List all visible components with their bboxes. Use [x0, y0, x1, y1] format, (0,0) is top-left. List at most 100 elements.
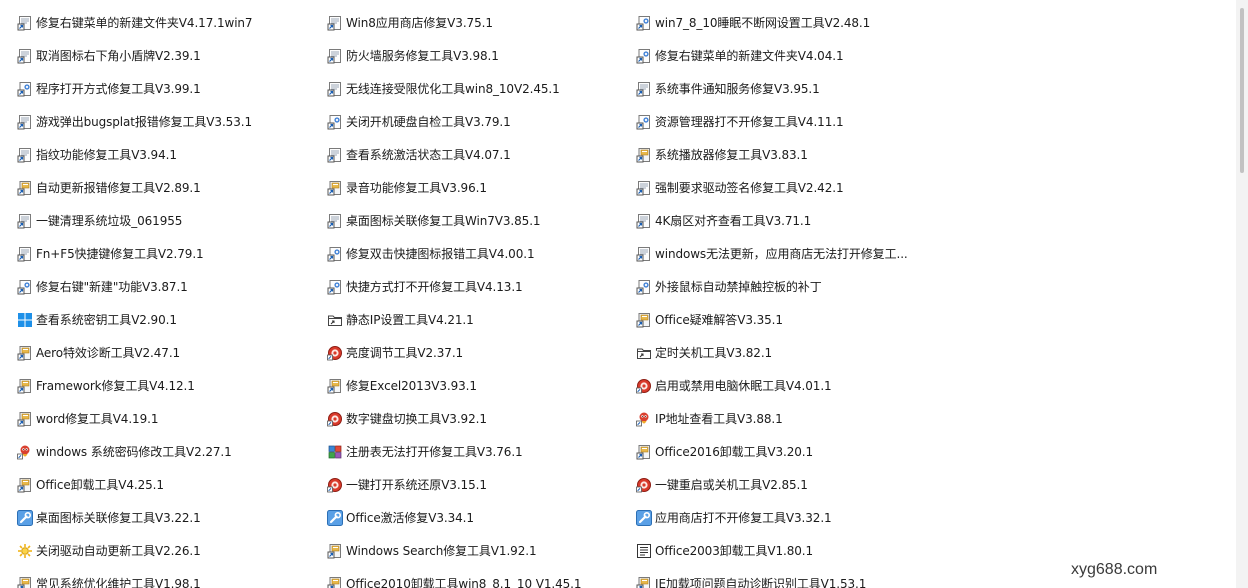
folder-shortcut-icon — [327, 312, 343, 328]
file-item-label: 系统播放器修复工具V3.83.1 — [655, 147, 808, 162]
file-item[interactable]: 4K扇区对齐查看工具V3.71.1 — [636, 204, 936, 237]
file-item-label: 查看系统激活状态工具V4.07.1 — [346, 147, 511, 162]
file-item[interactable]: 外接鼠标自动禁掉触控板的补丁 — [636, 270, 936, 303]
file-item-label: windows无法更新，应用商店无法打开修复工... — [655, 246, 908, 261]
file-item[interactable]: 关闭驱动自动更新工具V2.26.1 — [17, 534, 317, 567]
file-item-label: 静态IP设置工具V4.21.1 — [346, 312, 474, 327]
file-item[interactable]: 亮度调节工具V2.37.1 — [327, 336, 627, 369]
file-item[interactable]: 无线连接受限优化工具win8_10V2.45.1 — [327, 72, 627, 105]
shortcut-icon — [17, 114, 33, 130]
app-shortcut-icon — [17, 180, 33, 196]
file-item[interactable]: 程序打开方式修复工具V3.99.1 — [17, 72, 317, 105]
file-item-label: 修复右键"新建"功能V3.87.1 — [36, 279, 188, 294]
file-item[interactable]: 一键打开系统还原V3.15.1 — [327, 468, 627, 501]
file-item[interactable]: 查看系统激活状态工具V4.07.1 — [327, 138, 627, 171]
file-item[interactable]: windows 系统密码修改工具V2.27.1 — [17, 435, 317, 468]
file-item[interactable]: Office2003卸载工具V1.80.1 — [636, 534, 936, 567]
file-item[interactable]: 桌面图标关联修复工具V3.22.1 — [17, 501, 317, 534]
file-item[interactable]: 一键清理系统垃圾_061955 — [17, 204, 317, 237]
file-item-label: 定时关机工具V3.82.1 — [655, 345, 773, 360]
file-item[interactable]: Win8应用商店修复V3.75.1 — [327, 6, 627, 39]
file-item[interactable]: IE加载项问题自动诊断识别工具V1.53.1 — [636, 567, 936, 588]
file-item[interactable]: Office2010卸载工具win8_8.1_10 V1.45.1 — [327, 567, 627, 588]
file-item[interactable]: 防火墙服务修复工具V3.98.1 — [327, 39, 627, 72]
file-item-label: 一键打开系统还原V3.15.1 — [346, 477, 487, 492]
file-item-label: 程序打开方式修复工具V3.99.1 — [36, 81, 201, 96]
file-item[interactable]: win7_8_10睡眠不断网设置工具V2.48.1 — [636, 6, 936, 39]
file-item[interactable]: 取消图标右下角小盾牌V2.39.1 — [17, 39, 317, 72]
script-shortcut-icon — [636, 114, 652, 130]
file-item-label: 外接鼠标自动禁掉触控板的补丁 — [655, 279, 822, 294]
file-item[interactable]: 修复Excel2013V3.93.1 — [327, 369, 627, 402]
file-item-label: Office激活修复V3.34.1 — [346, 510, 474, 525]
file-item[interactable]: 修复右键"新建"功能V3.87.1 — [17, 270, 317, 303]
file-item[interactable]: 静态IP设置工具V4.21.1 — [327, 303, 627, 336]
file-item[interactable]: windows无法更新，应用商店无法打开修复工... — [636, 237, 936, 270]
file-item[interactable]: 指纹功能修复工具V3.94.1 — [17, 138, 317, 171]
app-shortcut-icon — [636, 147, 652, 163]
file-item[interactable]: Office2016卸载工具V3.20.1 — [636, 435, 936, 468]
file-item-label: win7_8_10睡眠不断网设置工具V2.48.1 — [655, 15, 871, 30]
shortcut-icon — [636, 246, 652, 262]
app-shortcut-icon — [636, 312, 652, 328]
file-item[interactable]: 一键重启或关机工具V2.85.1 — [636, 468, 936, 501]
file-column-2: Win8应用商店修复V3.75.1 防火墙服务修复工具V3.98.1 无线连接受限优… — [327, 6, 627, 588]
file-item-label: Office卸载工具V4.25.1 — [36, 477, 164, 492]
file-item-label: word修复工具V4.19.1 — [36, 411, 159, 426]
file-item[interactable]: Framework修复工具V4.12.1 — [17, 369, 317, 402]
file-item[interactable]: 修复右键菜单的新建文件夹V4.17.1win7 — [17, 6, 317, 39]
file-item[interactable]: Fn+F5快捷键修复工具V2.79.1 — [17, 237, 317, 270]
file-item[interactable]: 系统事件通知服务修复V3.95.1 — [636, 72, 936, 105]
file-item[interactable]: 数字键盘切换工具V3.92.1 — [327, 402, 627, 435]
file-item[interactable]: 系统播放器修复工具V3.83.1 — [636, 138, 936, 171]
shortcut-icon — [17, 213, 33, 229]
file-item[interactable]: 定时关机工具V3.82.1 — [636, 336, 936, 369]
file-item[interactable]: 自动更新报错修复工具V2.89.1 — [17, 171, 317, 204]
file-item[interactable]: 启用或禁用电脑休眠工具V4.01.1 — [636, 369, 936, 402]
file-item-label: 取消图标右下角小盾牌V2.39.1 — [36, 48, 201, 63]
script-shortcut-icon — [327, 114, 343, 130]
app-shortcut-icon — [327, 378, 343, 394]
file-item[interactable]: 强制要求驱动签名修复工具V2.42.1 — [636, 171, 936, 204]
file-item[interactable]: 录音功能修复工具V3.96.1 — [327, 171, 627, 204]
scrollbar-thumb[interactable] — [1240, 8, 1244, 173]
file-item[interactable]: 资源管理器打不开修复工具V4.11.1 — [636, 105, 936, 138]
file-item[interactable]: Office卸载工具V4.25.1 — [17, 468, 317, 501]
file-item[interactable]: 快捷方式打不开修复工具V4.13.1 — [327, 270, 627, 303]
file-item[interactable]: 查看系统密钥工具V2.90.1 — [17, 303, 317, 336]
file-item[interactable]: 桌面图标关联修复工具Win7V3.85.1 — [327, 204, 627, 237]
vertical-scrollbar[interactable] — [1236, 0, 1248, 588]
script-shortcut-icon — [327, 246, 343, 262]
file-item-label: 一键清理系统垃圾_061955 — [36, 213, 183, 228]
file-column-1: 修复右键菜单的新建文件夹V4.17.1win7 取消图标右下角小盾牌V2.39.1… — [17, 6, 317, 588]
wrench-icon — [327, 509, 343, 526]
file-item-label: 修复双击快捷图标报错工具V4.00.1 — [346, 246, 535, 261]
file-item[interactable]: 修复双击快捷图标报错工具V4.00.1 — [327, 237, 627, 270]
shortcut-icon — [327, 213, 343, 229]
file-item-label: Office2003卸载工具V1.80.1 — [655, 543, 814, 558]
mascot-icon — [636, 411, 652, 427]
file-item[interactable]: 游戏弹出bugsplat报错修复工具V3.53.1 — [17, 105, 317, 138]
file-item[interactable]: Office疑难解答V3.35.1 — [636, 303, 936, 336]
folder-shortcut-icon — [636, 345, 652, 361]
file-item[interactable]: 注册表无法打开修复工具V3.76.1 — [327, 435, 627, 468]
file-item-label: Aero特效诊断工具V2.47.1 — [36, 345, 181, 360]
windows-logo-icon — [17, 312, 33, 328]
file-item[interactable]: word修复工具V4.19.1 — [17, 402, 317, 435]
app-shortcut-icon — [17, 411, 33, 427]
file-item[interactable]: Aero特效诊断工具V2.47.1 — [17, 336, 317, 369]
file-item[interactable]: IP地址查看工具V3.88.1 — [636, 402, 936, 435]
file-item-label: 启用或禁用电脑休眠工具V4.01.1 — [655, 378, 832, 393]
app-shortcut-icon — [17, 576, 33, 588]
file-item[interactable]: 应用商店打不开修复工具V3.32.1 — [636, 501, 936, 534]
file-item[interactable]: 关闭开机硬盘自检工具V3.79.1 — [327, 105, 627, 138]
file-item[interactable]: 常见系统优化维护工具V1.98.1 — [17, 567, 317, 588]
app-shortcut-icon — [17, 378, 33, 394]
shortcut-icon — [327, 81, 343, 97]
file-item-label: Office疑难解答V3.35.1 — [655, 312, 783, 327]
shortcut-icon — [636, 81, 652, 97]
file-item[interactable]: Windows Search修复工具V1.92.1 — [327, 534, 627, 567]
file-item[interactable]: Office激活修复V3.34.1 — [327, 501, 627, 534]
file-item-label: 无线连接受限优化工具win8_10V2.45.1 — [346, 81, 560, 96]
file-item[interactable]: 修复右键菜单的新建文件夹V4.04.1 — [636, 39, 936, 72]
